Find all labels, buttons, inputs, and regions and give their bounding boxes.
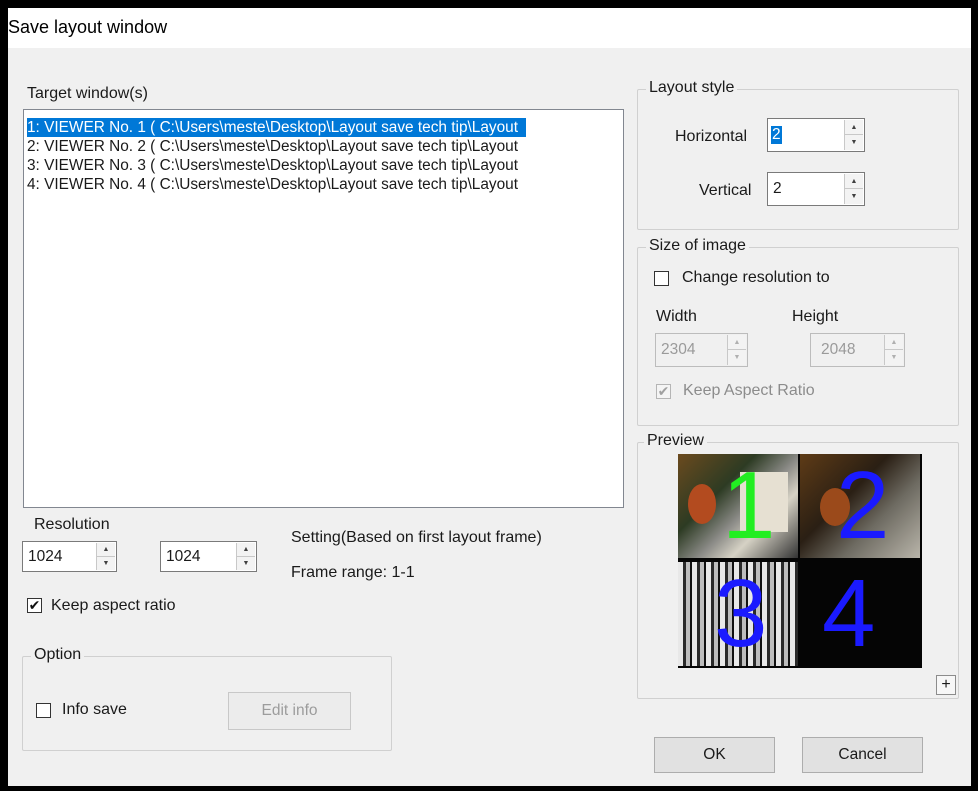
tile-number-3: 3	[714, 562, 768, 666]
spin-up-icon[interactable]: ▲	[237, 543, 255, 557]
spin-down-icon[interactable]: ▼	[237, 557, 255, 571]
resolution-width-spinner[interactable]: 1024 ▲ ▼	[22, 541, 117, 572]
spin-down-icon[interactable]: ▼	[97, 557, 115, 571]
vertical-spinner[interactable]: 2 ▲ ▼	[767, 172, 865, 206]
tile-number-4: 4	[822, 562, 876, 666]
cancel-button[interactable]: Cancel	[802, 737, 923, 773]
save-layout-dialog: Save layout window Target window(s) 1: V…	[8, 8, 971, 786]
image-height-spinner[interactable]: 2048 ▲ ▼	[810, 333, 905, 367]
ok-button[interactable]: OK	[654, 737, 775, 773]
keep-aspect-ratio-checkbox[interactable]: ✔	[27, 598, 42, 613]
info-save-label: Info save	[62, 701, 127, 718]
image-height-value: 2048	[821, 341, 856, 358]
spin-down-icon[interactable]: ▼	[845, 135, 863, 150]
horizontal-value: 2	[771, 126, 782, 144]
size-of-image-title: Size of image	[646, 237, 749, 255]
check-icon: ✔	[28, 597, 41, 613]
resolution-width-value: 1024	[28, 547, 63, 565]
list-item[interactable]: 3: VIEWER No. 3 ( C:\Users\meste\Desktop…	[27, 156, 526, 175]
resolution-height-spinner[interactable]: 1024 ▲ ▼	[160, 541, 257, 572]
list-item[interactable]: 1: VIEWER No. 1 ( C:\Users\meste\Desktop…	[27, 118, 526, 137]
resolution-label: Resolution	[34, 516, 110, 533]
height-label: Height	[792, 308, 839, 325]
layout-style-group: Layout style	[637, 79, 959, 230]
preview-tile-1-fruit	[688, 484, 716, 524]
layout-preview: 1 2 3 4	[678, 454, 922, 668]
keep-aspect-ratio-label: Keep aspect ratio	[51, 597, 176, 614]
edit-info-button[interactable]: Edit info	[228, 692, 351, 730]
target-windows-list[interactable]: 1: VIEWER No. 1 ( C:\Users\meste\Desktop…	[23, 109, 624, 508]
check-icon: ✔	[657, 383, 670, 399]
width-label: Width	[656, 308, 697, 325]
resolution-height-value: 1024	[166, 547, 201, 565]
horizontal-label: Horizontal	[675, 128, 748, 145]
option-group-title: Option	[31, 646, 85, 664]
spin-down-icon[interactable]: ▼	[845, 189, 863, 204]
preview-title: Preview	[644, 432, 707, 450]
frame-range-text: Frame range: 1-1	[291, 564, 415, 581]
change-resolution-checkbox[interactable]	[654, 271, 669, 286]
change-resolution-label: Change resolution to	[682, 269, 830, 286]
tile-number-1: 1	[722, 454, 776, 558]
title-bar[interactable]: Save layout window	[8, 8, 971, 48]
spin-up-icon[interactable]: ▲	[845, 174, 863, 189]
image-width-spinner[interactable]: 2304 ▲ ▼	[655, 333, 748, 367]
preview-tile-4: 4	[800, 562, 920, 666]
spin-up-icon[interactable]: ▲	[728, 335, 746, 350]
preview-tile-1: 1	[678, 454, 798, 558]
spin-down-icon[interactable]: ▼	[885, 350, 903, 365]
preview-tile-3: 3	[678, 562, 798, 666]
image-keep-aspect-checkbox[interactable]: ✔	[656, 384, 671, 399]
spin-up-icon[interactable]: ▲	[885, 335, 903, 350]
layout-style-title: Layout style	[646, 79, 738, 97]
spin-up-icon[interactable]: ▲	[845, 120, 863, 135]
spin-down-icon[interactable]: ▼	[728, 350, 746, 365]
image-keep-aspect-label: Keep Aspect Ratio	[683, 382, 815, 399]
info-save-checkbox[interactable]	[36, 703, 51, 718]
tile-number-2: 2	[836, 454, 890, 558]
expand-preview-button[interactable]: +	[936, 675, 956, 695]
list-item[interactable]: 2: VIEWER No. 2 ( C:\Users\meste\Desktop…	[27, 137, 526, 156]
list-item[interactable]: 4: VIEWER No. 4 ( C:\Users\meste\Desktop…	[27, 175, 526, 194]
preview-tile-2: 2	[800, 454, 920, 558]
setting-text: Setting(Based on first layout frame)	[291, 529, 542, 546]
horizontal-spinner[interactable]: 2 ▲ ▼	[767, 118, 865, 152]
image-width-value: 2304	[661, 341, 696, 358]
vertical-value: 2	[773, 180, 782, 197]
target-windows-label: Target window(s)	[27, 85, 148, 102]
window-title: Save layout window	[8, 17, 168, 37]
vertical-label: Vertical	[699, 182, 752, 199]
spin-up-icon[interactable]: ▲	[97, 543, 115, 557]
